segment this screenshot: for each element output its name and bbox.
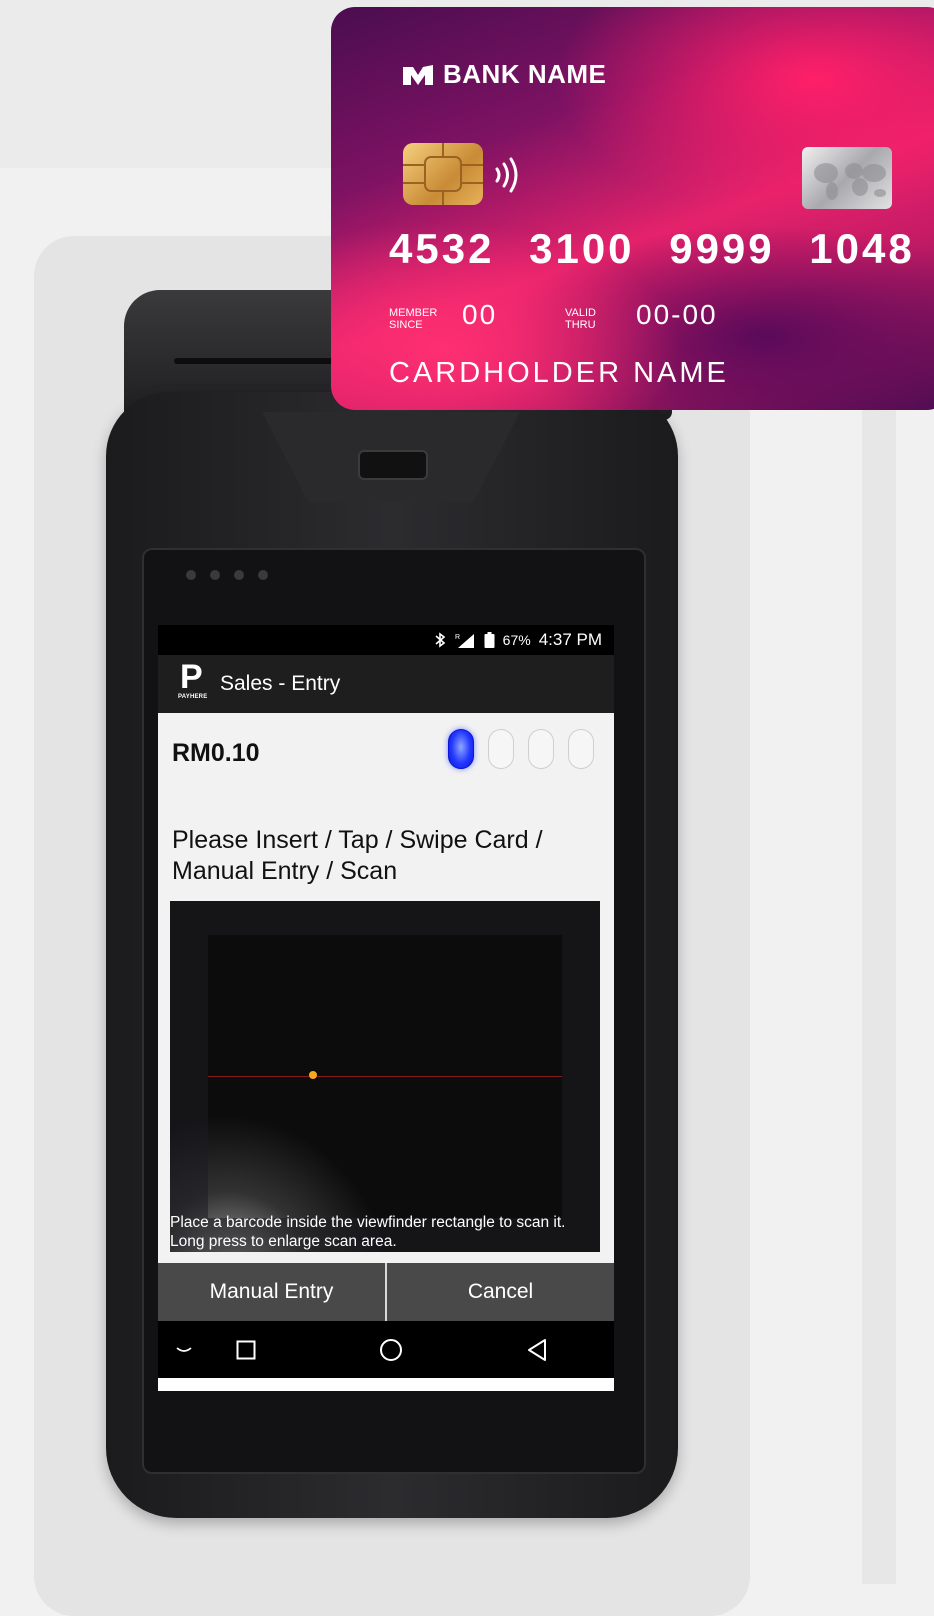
action-bar: Manual Entry Cancel xyxy=(158,1263,614,1321)
manual-entry-button[interactable]: Manual Entry xyxy=(158,1263,385,1321)
battery-icon xyxy=(484,632,495,648)
card-instruction: Please Insert / Tap / Swipe Card / Manua… xyxy=(172,826,543,885)
entry-content: RM0.10 Please Insert / Tap / Swipe Card … xyxy=(158,713,614,1269)
progress-step xyxy=(488,729,514,769)
recents-icon[interactable] xyxy=(232,1321,260,1378)
status-bar: R 67% 4:37 PM xyxy=(158,625,614,655)
member-since-label: MEMBER SINCE xyxy=(389,307,438,331)
sensor-dots xyxy=(186,570,268,580)
barcode-viewfinder[interactable]: Place a barcode inside the viewfinder re… xyxy=(170,901,600,1252)
credit-card: BANK NAME 4532 3100 9999 1048 MEMBER SIN… xyxy=(331,7,934,410)
chip-icon xyxy=(403,143,483,205)
logo-text: PAYHERE xyxy=(178,694,208,700)
scan-line xyxy=(208,1076,562,1077)
payhere-logo: P PAYHERE xyxy=(178,658,208,700)
scanner-window xyxy=(358,450,428,480)
app-bar: P PAYHERE Sales - Entry xyxy=(158,655,614,713)
sale-amount: RM0.10 xyxy=(172,739,260,767)
svg-text:R: R xyxy=(455,634,460,641)
progress-step xyxy=(528,729,554,769)
page-title: Sales - Entry xyxy=(220,672,341,695)
bank-name: BANK NAME xyxy=(443,59,607,89)
cardholder-name: CARDHOLDER NAME xyxy=(389,357,729,389)
focus-point xyxy=(309,1071,317,1079)
hide-keyboard-icon[interactable] xyxy=(170,1321,198,1378)
scanner-hint: Place a barcode inside the viewfinder re… xyxy=(170,1214,566,1250)
card-number: 4532 3100 9999 1048 xyxy=(389,225,915,272)
hologram-icon xyxy=(802,147,892,209)
bluetooth-icon xyxy=(435,632,445,648)
android-nav-bar xyxy=(158,1321,614,1378)
signal-roaming-icon: R xyxy=(455,634,474,648)
bank-logo: BANK NAME xyxy=(401,59,606,90)
valid-thru-value: 00-00 xyxy=(636,299,718,330)
bank-mark-icon xyxy=(403,64,433,85)
progress-step-active xyxy=(448,729,474,769)
device-screen: R 67% 4:37 PM P PAYHERE Sales - Entry RM… xyxy=(158,625,614,1391)
back-icon[interactable] xyxy=(522,1321,552,1378)
progress-step xyxy=(568,729,594,769)
cancel-button[interactable]: Cancel xyxy=(387,1263,614,1321)
member-since-value: 00 xyxy=(462,299,498,330)
battery-percent: 67% xyxy=(502,632,531,648)
valid-thru-label: VALID THRU xyxy=(565,307,596,331)
background-stripe xyxy=(862,400,896,1584)
status-time: 4:37 PM xyxy=(538,630,602,649)
progress-indicator xyxy=(448,729,594,769)
contactless-icon xyxy=(495,157,518,193)
home-icon[interactable] xyxy=(376,1321,406,1378)
